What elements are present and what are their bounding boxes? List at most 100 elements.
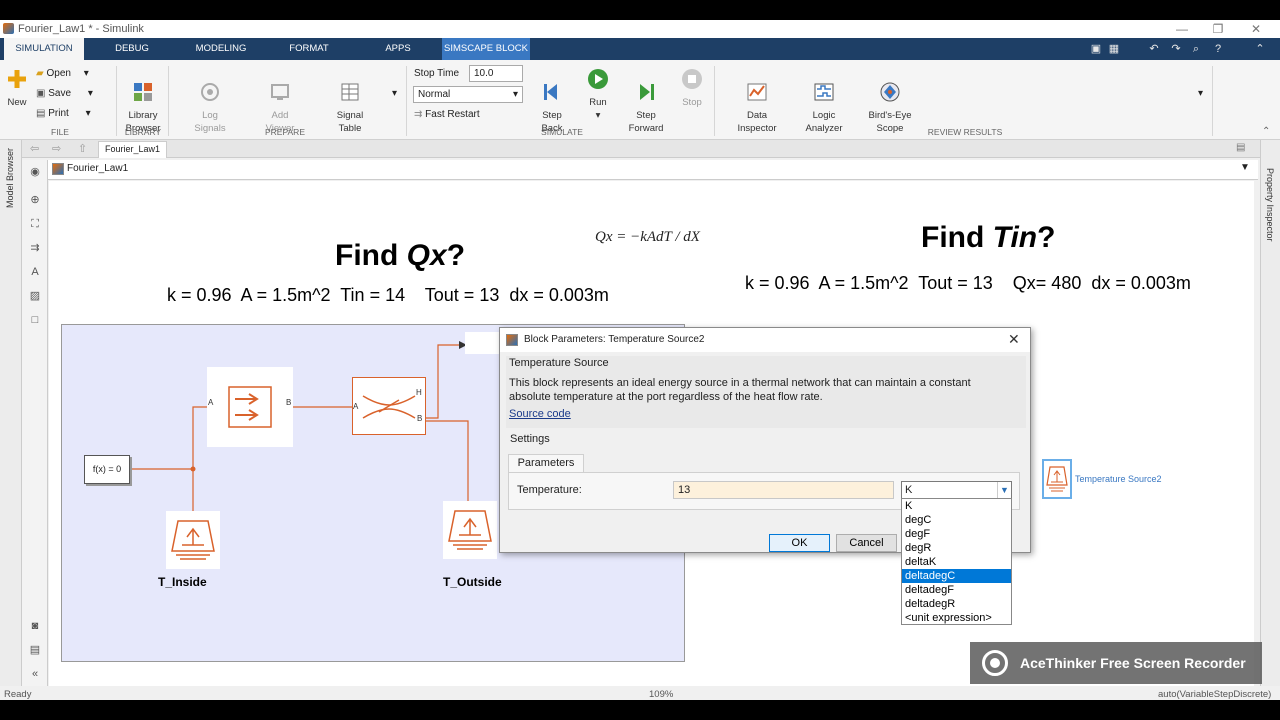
unit-option[interactable]: deltaK <box>902 555 1011 569</box>
logic-analyzer-icon <box>814 83 834 101</box>
tab-simscape-block[interactable]: SIMSCAPE BLOCK <box>442 38 530 60</box>
redo-icon[interactable]: ↷ <box>1168 41 1184 57</box>
prepare-more-icon[interactable]: ▾ <box>392 88 397 99</box>
forward-arrow-icon[interactable]: ⇨ <box>52 142 61 155</box>
ok-button[interactable]: OK <box>769 534 830 552</box>
tab-parameters[interactable]: Parameters <box>508 454 584 472</box>
tab-list-icon[interactable]: ▤ <box>1236 142 1245 153</box>
save-quick-icon[interactable]: ▣ <box>1088 41 1104 57</box>
right-heading-variable: Tin <box>992 221 1038 254</box>
new-button[interactable]: New <box>4 68 30 109</box>
print-button[interactable]: ▤ Print ▾ <box>36 108 91 119</box>
minimize-button[interactable]: — <box>1164 20 1200 38</box>
model-path[interactable]: Fourier_Law1 <box>67 163 128 174</box>
ribbon: New ▰ Open ▾ ▣ Save ▾ ▤ Print ▾ FILE Lib… <box>0 60 1280 140</box>
chevron-down-icon: ▾ <box>83 68 89 79</box>
property-inspector-label[interactable]: Property Inspector <box>1265 168 1275 242</box>
ribbon-separator <box>168 66 169 136</box>
property-inspector-strip[interactable]: Property Inspector <box>1260 140 1280 700</box>
tab-apps[interactable]: APPS <box>370 38 426 60</box>
close-window-button[interactable]: ✕ <box>1238 20 1274 38</box>
zoom-icon[interactable]: ⊕ <box>27 192 43 208</box>
tab-debug[interactable]: DEBUG <box>100 38 164 60</box>
back-arrow-icon[interactable]: ⇦ <box>30 142 39 155</box>
close-dialog-icon[interactable]: ✕ <box>1008 331 1020 348</box>
up-arrow-icon[interactable]: ⇧ <box>78 142 87 155</box>
grid-quick-icon[interactable]: ▦ <box>1106 41 1122 57</box>
temperature-input[interactable]: 13 <box>673 481 894 499</box>
cancel-button[interactable]: Cancel <box>836 534 897 552</box>
right-heading: Find Tin? <box>921 221 1055 255</box>
simulation-mode-value: Normal <box>418 89 451 100</box>
stop-button[interactable]: Stop <box>676 68 708 109</box>
save-button[interactable]: ▣ Save ▾ <box>36 88 93 99</box>
search-icon[interactable]: ⌕ <box>1188 41 1204 57</box>
chevron-down-icon[interactable]: ▼ <box>1240 162 1250 173</box>
data-inspector-button[interactable]: Data Inspector <box>730 68 784 148</box>
group-title-library: LIBRARY <box>124 127 162 137</box>
step-forward-button[interactable]: Step Forward <box>624 68 668 148</box>
annotation-icon[interactable]: A <box>27 264 43 280</box>
model-browser-strip[interactable]: Model Browser <box>0 140 22 700</box>
t-outside-block[interactable] <box>443 501 497 559</box>
tab-modeling[interactable]: MODELING <box>186 38 256 60</box>
unit-option[interactable]: <unit expression> <box>902 611 1011 625</box>
stop-icon <box>682 69 702 89</box>
library-browser-icon <box>134 83 152 101</box>
review-more-icon[interactable]: ▾ <box>1198 88 1203 99</box>
port-h-label: H <box>416 388 422 397</box>
undo-icon[interactable]: ↶ <box>1146 41 1162 57</box>
collapse-palette-icon[interactable]: « <box>27 666 43 682</box>
fit-to-view-icon[interactable]: ⛶ <box>27 216 43 232</box>
solver-configuration-block[interactable]: f(x) = 0 <box>84 455 130 484</box>
property-icon[interactable]: ▤ <box>27 642 43 658</box>
run-label: Run <box>589 97 607 108</box>
source-code-link[interactable]: Source code <box>509 408 571 420</box>
log-signals-button[interactable]: Log Signals <box>186 68 234 148</box>
unit-option[interactable]: degC <box>902 513 1011 527</box>
chevron-down-icon: ▾ <box>85 108 91 119</box>
fast-restart-button[interactable]: ⇉ Fast Restart <box>414 109 480 120</box>
logic-analyzer-button[interactable]: Logic Analyzer <box>798 68 850 148</box>
unit-option[interactable]: degF <box>902 527 1011 541</box>
hide-browser-icon[interactable]: ◉ <box>27 164 43 180</box>
unit-option[interactable]: deltadegF <box>902 583 1011 597</box>
tab-simulation[interactable]: SIMULATION <box>4 38 84 60</box>
chevron-down-icon: ▼ <box>997 482 1011 498</box>
solver-status[interactable]: auto(VariableStepDiscrete) <box>1158 689 1271 700</box>
temperature-unit-select[interactable]: K ▼ <box>901 481 1012 499</box>
collapse-ribbon-icon[interactable]: ⌃ <box>1252 41 1268 57</box>
image-icon[interactable]: ▨ <box>27 288 43 304</box>
stop-time-input[interactable]: 10.0 <box>469 65 523 82</box>
model-icon <box>52 163 64 175</box>
settings-label: Settings <box>510 433 550 445</box>
conductive-heat-transfer-block[interactable] <box>207 367 293 447</box>
conduction-icon <box>228 386 272 428</box>
unit-option[interactable]: K <box>902 499 1011 513</box>
unit-option[interactable]: deltadegR <box>902 597 1011 611</box>
heat-flow-sensor-block[interactable] <box>352 377 426 435</box>
collapse-ribbon-icon[interactable]: ⌃ <box>1262 126 1270 137</box>
heat-flow-sensor-icon <box>362 395 416 419</box>
screenshot-icon[interactable]: ◙ <box>27 618 43 634</box>
data-inspector-label: Data Inspector <box>737 110 777 134</box>
open-button[interactable]: ▰ Open ▾ <box>36 68 89 79</box>
unit-option[interactable]: deltadegC <box>902 569 1011 583</box>
simulation-mode-select[interactable]: Normal ▾ <box>413 86 523 103</box>
help-icon[interactable]: ? <box>1210 41 1226 57</box>
run-button[interactable]: Run ▾ <box>580 68 616 122</box>
area-icon[interactable]: □ <box>27 312 43 328</box>
unit-option[interactable]: degR <box>902 541 1011 555</box>
t-inside-block[interactable] <box>166 511 220 569</box>
model-browser-label[interactable]: Model Browser <box>5 148 15 208</box>
output-port-block[interactable] <box>465 332 499 354</box>
maximize-button[interactable]: ❐ <box>1200 20 1236 38</box>
temperature-source-icon <box>1046 466 1068 492</box>
arrow-icon[interactable]: ⇉ <box>27 240 43 256</box>
tab-format[interactable]: FORMAT <box>278 38 340 60</box>
right-heading-prefix: Find <box>921 221 993 254</box>
new-label: New <box>7 97 27 108</box>
temperature-source2-block[interactable] <box>1042 459 1072 499</box>
editor-tab-fourier-law1[interactable]: Fourier_Law1 <box>98 141 168 158</box>
print-label: Print <box>48 108 69 119</box>
